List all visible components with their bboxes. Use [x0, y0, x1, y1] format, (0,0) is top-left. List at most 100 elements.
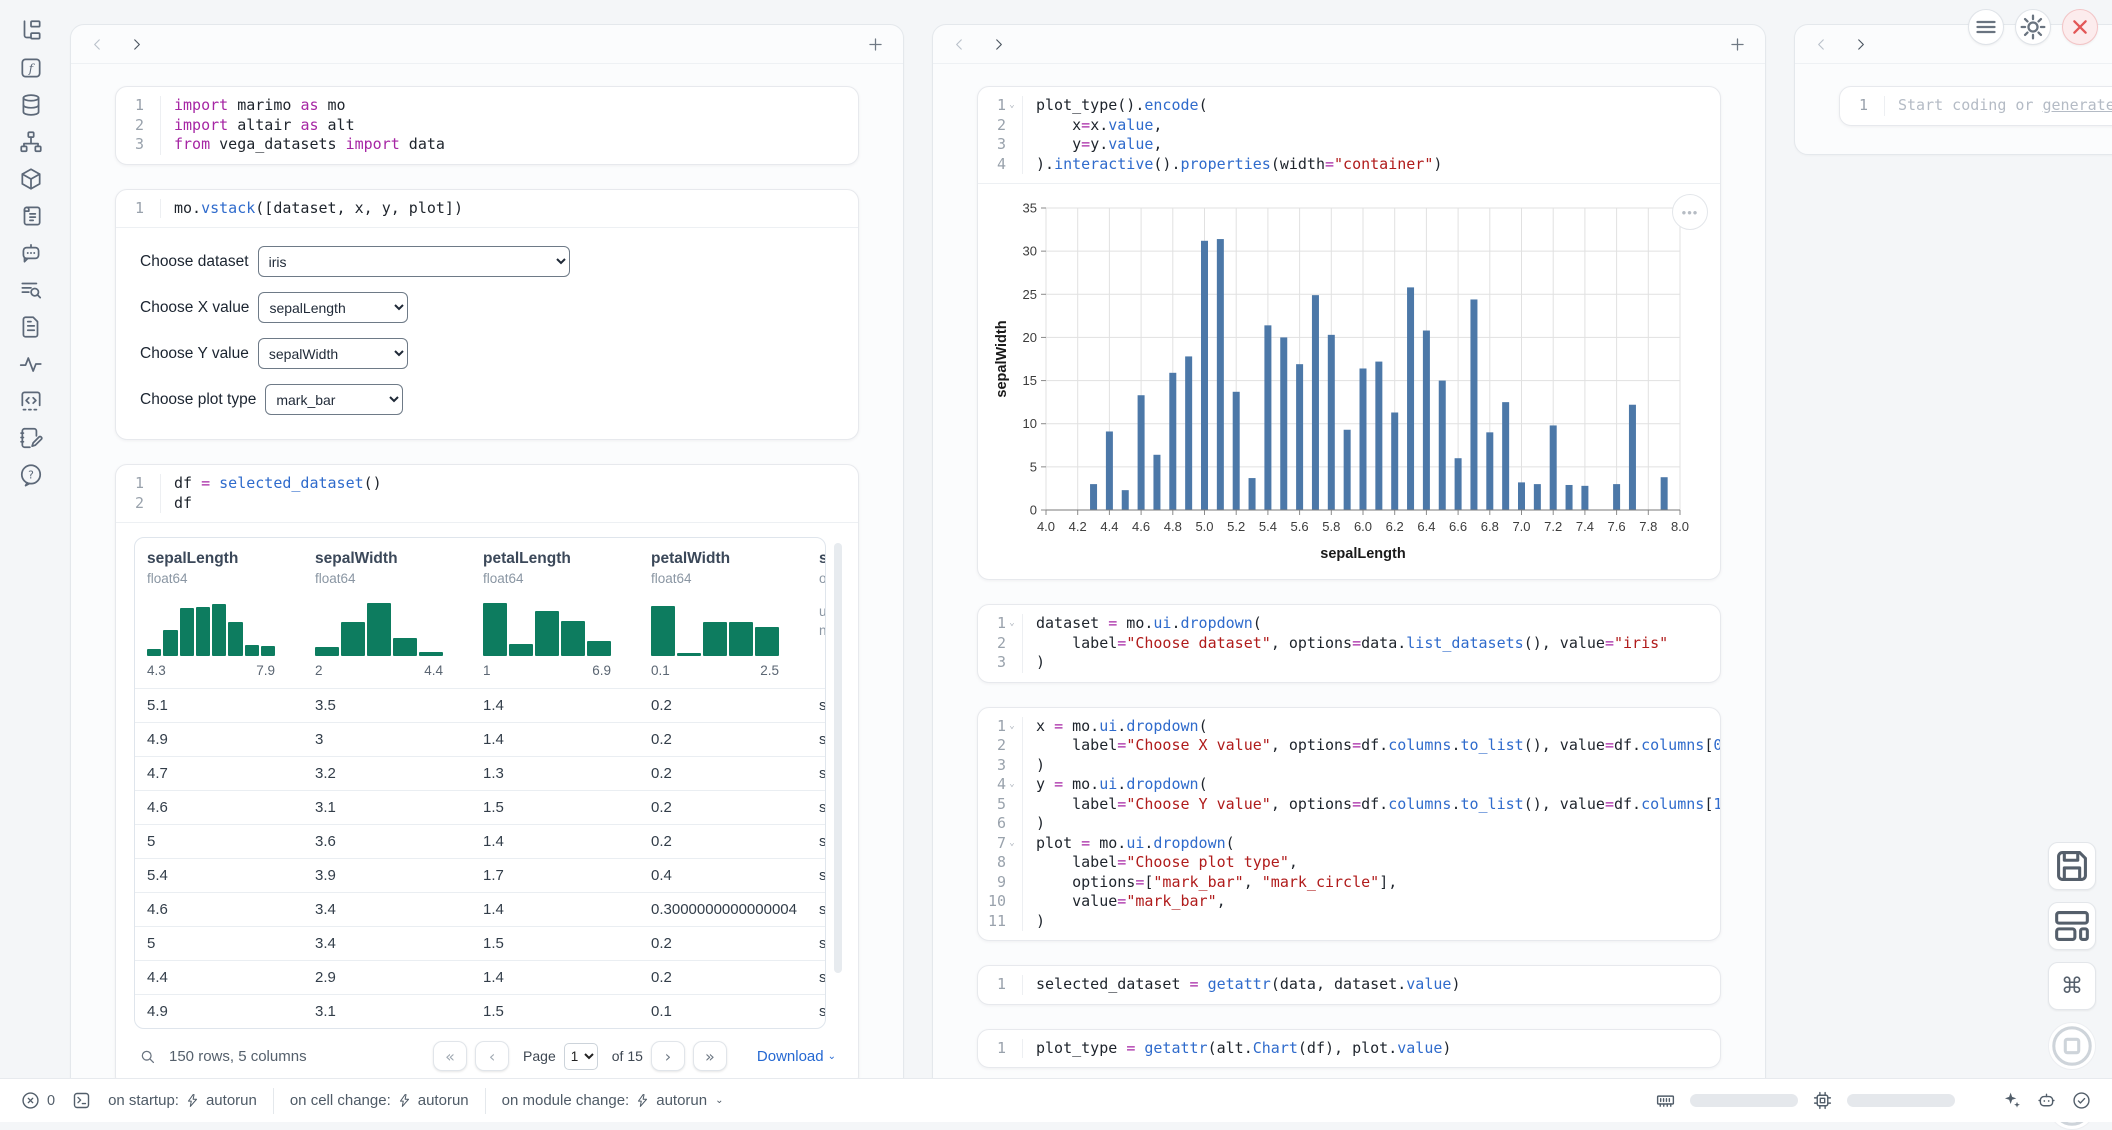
- dropdown-3[interactable]: mark_bar: [265, 384, 403, 415]
- run-mode-3[interactable]: on module change:autorun⌄: [502, 1092, 724, 1109]
- svg-text:0: 0: [1030, 503, 1037, 518]
- sidebar-help-circle-button[interactable]: ?: [18, 462, 44, 488]
- terminal-icon[interactable]: [71, 1090, 92, 1111]
- code-line: import marimo as mo: [174, 96, 858, 116]
- code-editor[interactable]: 123import marimo as moimport altair as a…: [116, 87, 858, 164]
- run-mode-label: on startup:: [108, 1092, 179, 1109]
- run-mode-2[interactable]: on cell change:autorun: [290, 1092, 469, 1109]
- scroll-left-button[interactable]: [89, 36, 106, 53]
- sidebar-function-square-button[interactable]: f: [18, 55, 44, 81]
- code-line: label="Choose plot type",: [1036, 853, 1720, 873]
- svg-text:4.2: 4.2: [1069, 519, 1087, 534]
- sidebar-chat-bot-button[interactable]: [18, 240, 44, 266]
- code-editor[interactable]: 1plot_type = getattr(alt.Chart(df), plot…: [978, 1030, 1720, 1068]
- add-cell-button[interactable]: [866, 35, 885, 54]
- code-lines: dataset = mo.ui.dropdown( label="Choose …: [1023, 614, 1720, 673]
- scroll-right-button[interactable]: [1852, 36, 1869, 53]
- code-editor[interactable]: 1mo.vstack([dataset, x, y, plot]): [116, 190, 858, 228]
- code-line: plot_type().encode(: [1036, 96, 1720, 116]
- stop-button[interactable]: [2048, 1022, 2096, 1070]
- histogram-bar: [393, 638, 417, 656]
- sidebar-file-tree-button[interactable]: [18, 18, 44, 44]
- table-cell: 1.4: [471, 961, 639, 994]
- search-icon[interactable]: [138, 1047, 157, 1066]
- last-page-button[interactable]: »: [693, 1041, 727, 1071]
- dropdown-0[interactable]: iris: [258, 246, 570, 277]
- table-cell: 1.4: [471, 825, 639, 858]
- table-summary: 150 rows, 5 columns: [169, 1048, 307, 1065]
- dropdown-label: Choose dataset: [140, 253, 249, 271]
- table-cell: 4.6: [135, 893, 303, 926]
- code-editor[interactable]: 12df = selected_dataset()df: [116, 465, 858, 522]
- save-button[interactable]: [2048, 842, 2096, 890]
- line-number: 10: [978, 892, 1006, 912]
- layout-button[interactable]: [2048, 902, 2096, 950]
- column-2: 1⌄234plot_type().encode( x=x.value, y=y.…: [932, 24, 1766, 1097]
- first-page-button[interactable]: «: [433, 1041, 467, 1071]
- scroll-right-button[interactable]: [128, 36, 145, 53]
- table-column-header[interactable]: petalLengthfloat6416.9: [471, 538, 639, 688]
- chart-menu-button[interactable]: •••: [1672, 194, 1708, 230]
- close-button[interactable]: [2062, 9, 2098, 45]
- settings-button[interactable]: [2015, 9, 2051, 45]
- vega-bar-chart[interactable]: 4.04.24.44.64.85.05.25.45.65.86.06.26.46…: [992, 196, 1706, 573]
- sidebar-code-snippet-button[interactable]: [18, 388, 44, 414]
- errors-icon[interactable]: [20, 1090, 41, 1111]
- plus-icon: [1728, 35, 1747, 54]
- add-cell-button[interactable]: [1728, 35, 1747, 54]
- scroll-left-button[interactable]: [951, 36, 968, 53]
- placeholder-text: Start coding or: [1898, 96, 2043, 114]
- column-histogram: [147, 600, 275, 656]
- table-scrollbar[interactable]: [834, 543, 842, 973]
- bolt-icon: [635, 1093, 650, 1108]
- histogram-bar: [367, 603, 391, 656]
- table-column-header[interactable]: sepalWidthfloat6424.4: [303, 538, 471, 688]
- connection-status-icon[interactable]: [2071, 1090, 2092, 1111]
- sidebar-scroll-script-button[interactable]: [18, 203, 44, 229]
- svg-text:20: 20: [1023, 330, 1037, 345]
- sidebar-document-button[interactable]: [18, 314, 44, 340]
- code-line: label="Choose Y value", options=df.colum…: [1036, 795, 1720, 815]
- copilot-icon[interactable]: [2036, 1090, 2057, 1111]
- dropdown-2[interactable]: sepalWidth: [258, 338, 408, 369]
- table-cell: 0.1: [639, 995, 807, 1028]
- histogram-bar: [535, 611, 559, 656]
- page-select[interactable]: 1: [564, 1043, 598, 1070]
- table-column-header[interactable]: speciobjecuniqunulls:: [807, 538, 826, 688]
- sidebar-dependency-graph-button[interactable]: [18, 129, 44, 155]
- previous-page-button[interactable]: ‹: [475, 1041, 509, 1071]
- notebook-cell: 1mo.vstack([dataset, x, y, plot]) Choose …: [115, 189, 859, 441]
- sidebar-notebook-edit-button[interactable]: [18, 425, 44, 451]
- code-placeholder[interactable]: Start coding or generate with: [1898, 96, 2112, 116]
- table-column-header[interactable]: sepalLengthfloat644.37.9: [135, 538, 303, 688]
- scroll-left-button[interactable]: [1813, 36, 1830, 53]
- download-link[interactable]: Download⌄: [757, 1048, 836, 1065]
- line-number: 1: [978, 717, 1006, 737]
- table-cell: 0.2: [639, 723, 807, 756]
- run-mode-1[interactable]: on startup:autorun: [108, 1092, 257, 1109]
- table-cell: setos: [807, 927, 826, 960]
- dropdown-1[interactable]: sepalLength: [258, 292, 408, 323]
- sidebar-activity-pulse-button[interactable]: [18, 351, 44, 377]
- code-editor[interactable]: 1selected_dataset = getattr(data, datase…: [978, 966, 1720, 1004]
- code-editor[interactable]: 1⌄234⌄567⌄891011x = mo.ui.dropdown( labe…: [978, 708, 1720, 941]
- column-dtype: float64: [147, 571, 291, 586]
- scroll-right-button[interactable]: [990, 36, 1007, 53]
- ai-sparkles-icon[interactable]: [2001, 1090, 2022, 1111]
- range-min: 1: [483, 663, 491, 678]
- document-icon: [18, 314, 44, 340]
- next-page-button[interactable]: ›: [651, 1041, 685, 1071]
- svg-text:7.0: 7.0: [1512, 519, 1530, 534]
- table-column-header[interactable]: petalWidthfloat640.12.5: [639, 538, 807, 688]
- code-editor[interactable]: 1⌄23dataset = mo.ui.dropdown( label="Cho…: [978, 605, 1720, 682]
- sidebar-database-button[interactable]: [18, 92, 44, 118]
- generate-link[interactable]: generate: [2043, 96, 2112, 114]
- fold-marker-icon: ⌄: [1006, 96, 1018, 116]
- shortcuts-button[interactable]: ⌘: [2048, 962, 2096, 1010]
- sidebar-logs-search-button[interactable]: [18, 277, 44, 303]
- code-editor[interactable]: 1⌄234plot_type().encode( x=x.value, y=y.…: [978, 87, 1720, 183]
- histogram-bar: [755, 627, 779, 656]
- sidebar-package-cube-button[interactable]: [18, 166, 44, 192]
- table-cell: 0.2: [639, 927, 807, 960]
- menu-button[interactable]: [1968, 9, 2004, 45]
